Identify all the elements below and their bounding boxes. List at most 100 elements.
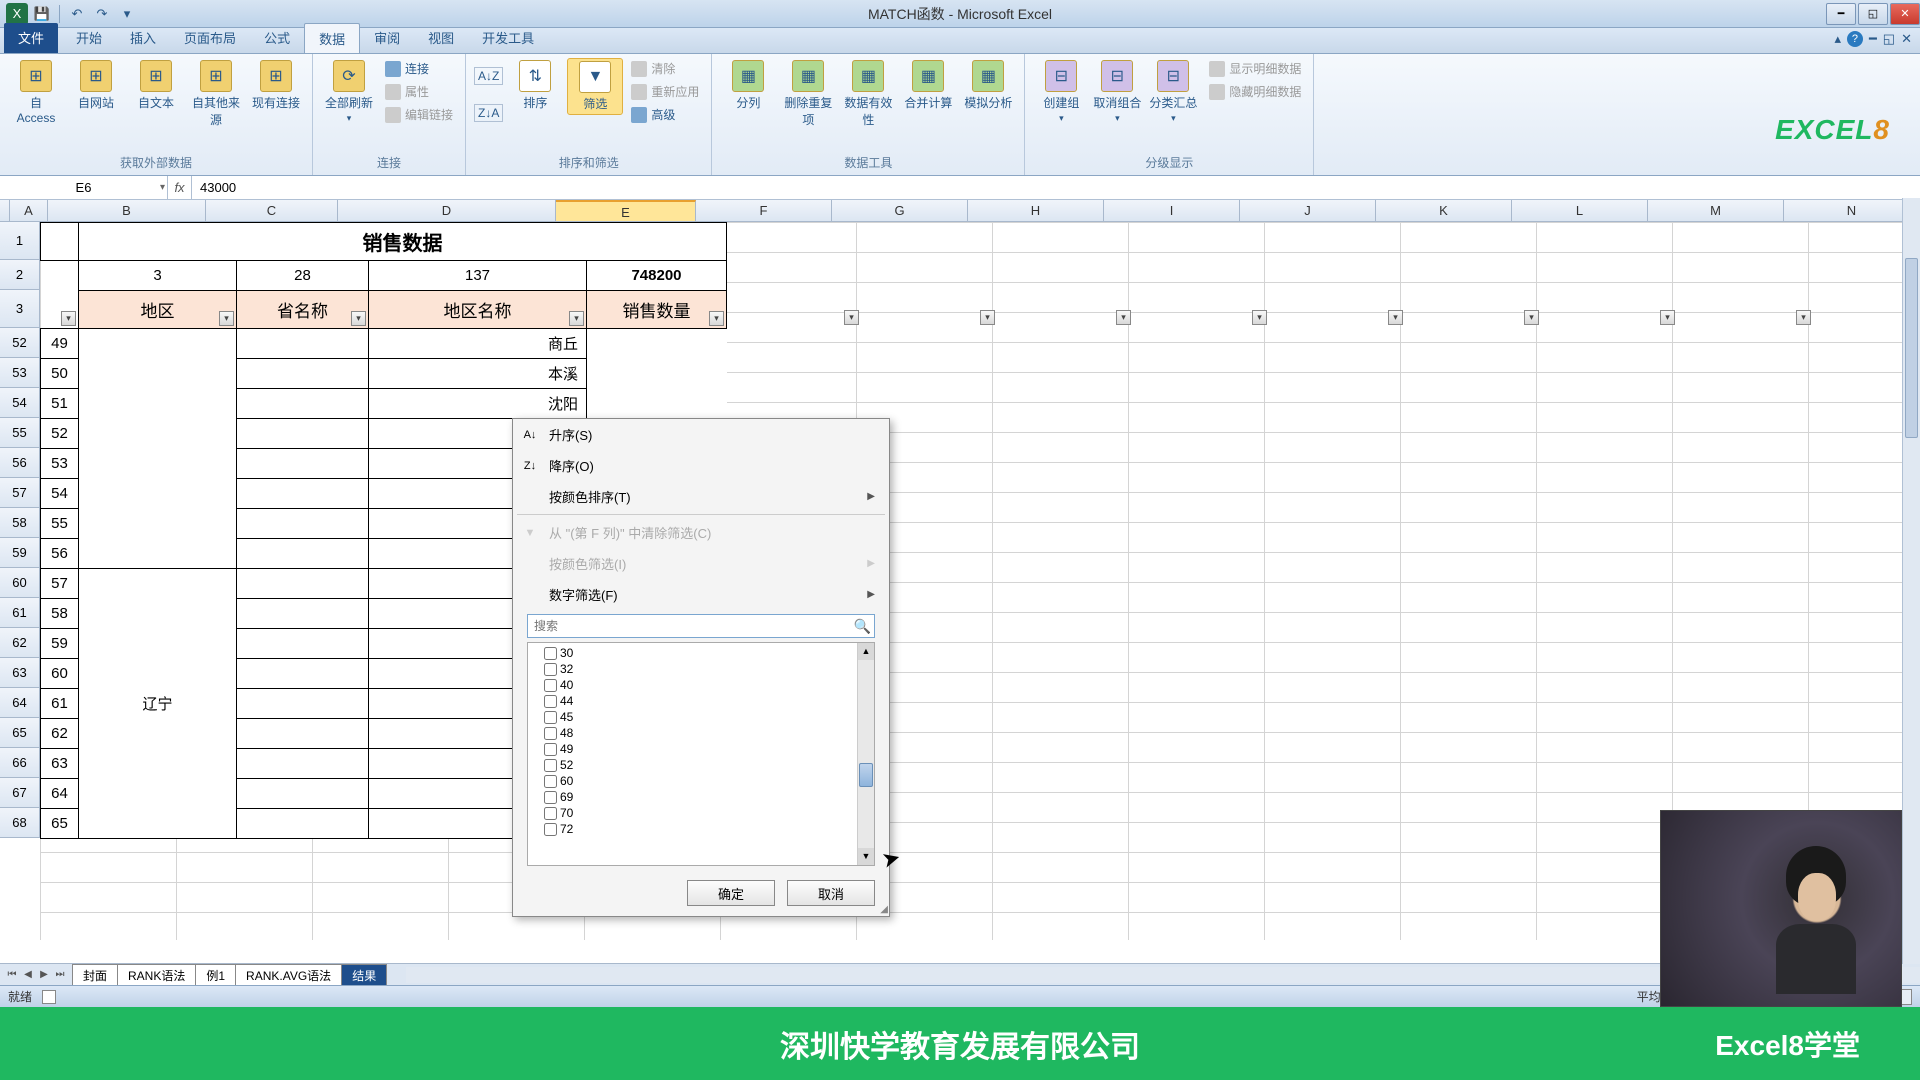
- scroll-up-icon[interactable]: ▲: [858, 643, 874, 660]
- cell[interactable]: 62: [41, 719, 79, 749]
- tool-删除重复项[interactable]: ▦删除重复项: [780, 58, 836, 130]
- col-header-M[interactable]: M: [1648, 200, 1784, 221]
- checkbox[interactable]: [544, 743, 557, 756]
- filter-dropdown[interactable]: ▾: [1252, 310, 1267, 325]
- cell[interactable]: 54: [41, 479, 79, 509]
- help-icon[interactable]: ?: [1847, 31, 1863, 47]
- row-header-64[interactable]: 64: [0, 688, 40, 718]
- cell[interactable]: 3: [79, 261, 237, 291]
- doc-minimize-icon[interactable]: ━: [1869, 31, 1877, 47]
- checkbox[interactable]: [544, 807, 557, 820]
- tab-开始[interactable]: 开始: [62, 23, 116, 53]
- cell-province[interactable]: 辽宁: [79, 569, 237, 839]
- tab-开发工具[interactable]: 开发工具: [468, 23, 548, 53]
- checkbox[interactable]: [544, 759, 557, 772]
- resize-handle[interactable]: ◢: [880, 904, 888, 915]
- sheet-tab-例1[interactable]: 例1: [195, 964, 236, 986]
- filter-button[interactable]: ▼筛选: [567, 58, 623, 115]
- cell[interactable]: [237, 539, 369, 569]
- select-all-corner[interactable]: [0, 200, 10, 221]
- cell[interactable]: 63: [41, 749, 79, 779]
- sort-desc-icon[interactable]: Z↓A: [474, 104, 503, 122]
- ext-自 Access[interactable]: ⊞自 Access: [8, 58, 64, 127]
- filter-item-72[interactable]: 72: [534, 821, 851, 837]
- cell[interactable]: [237, 479, 369, 509]
- formula-input[interactable]: 43000: [192, 176, 1920, 199]
- col-header-N[interactable]: N: [1784, 200, 1920, 221]
- fx-icon[interactable]: fx: [168, 176, 192, 199]
- cell[interactable]: [237, 719, 369, 749]
- row-header-67[interactable]: 67: [0, 778, 40, 808]
- connections-button[interactable]: 连接: [381, 58, 457, 79]
- checkbox[interactable]: [544, 647, 557, 660]
- row-header-56[interactable]: 56: [0, 448, 40, 478]
- refresh-all-button[interactable]: ⟳全部刷新▾: [321, 58, 377, 126]
- checkbox[interactable]: [544, 679, 557, 692]
- filter-dropdown[interactable]: ▾: [219, 311, 234, 326]
- sort-by-color-item[interactable]: 按颜色排序(T)▶: [513, 481, 889, 512]
- cell[interactable]: [237, 569, 369, 599]
- sort-asc-icon[interactable]: A↓Z: [474, 67, 503, 85]
- cell[interactable]: 59: [41, 629, 79, 659]
- col-header-E[interactable]: E: [556, 200, 696, 221]
- filter-dropdown[interactable]: ▾: [1660, 310, 1675, 325]
- row-header-62[interactable]: 62: [0, 628, 40, 658]
- sheet-nav[interactable]: ⏮◀▶⏭: [4, 969, 68, 980]
- sheet-tab-RANK语法[interactable]: RANK语法: [117, 964, 196, 986]
- filter-dropdown[interactable]: ▾: [844, 310, 859, 325]
- sheet-tab-结果[interactable]: 结果: [341, 964, 387, 986]
- col-header-F[interactable]: F: [696, 200, 832, 221]
- ok-button[interactable]: 确定: [687, 880, 775, 906]
- row-header-2[interactable]: 2: [0, 260, 40, 290]
- cell[interactable]: 51: [41, 389, 79, 419]
- restore-button[interactable]: ◱: [1858, 3, 1888, 25]
- cell[interactable]: 58: [41, 599, 79, 629]
- row-header-54[interactable]: 54: [0, 388, 40, 418]
- ext-自文本[interactable]: ⊞自文本: [128, 58, 184, 113]
- cell[interactable]: [237, 329, 369, 359]
- row-header-57[interactable]: 57: [0, 478, 40, 508]
- cell[interactable]: [237, 779, 369, 809]
- tab-插入[interactable]: 插入: [116, 23, 170, 53]
- filter-item-32[interactable]: 32: [534, 661, 851, 677]
- filter-item-52[interactable]: 52: [534, 757, 851, 773]
- cell[interactable]: [237, 659, 369, 689]
- cell[interactable]: 52: [41, 419, 79, 449]
- search-icon[interactable]: 🔍: [854, 618, 871, 635]
- col-header-J[interactable]: J: [1240, 200, 1376, 221]
- row-header-65[interactable]: 65: [0, 718, 40, 748]
- tab-数据[interactable]: 数据: [304, 23, 360, 53]
- cell[interactable]: [237, 809, 369, 839]
- col-header-H[interactable]: H: [968, 200, 1104, 221]
- cell[interactable]: [237, 689, 369, 719]
- cell[interactable]: 28: [237, 261, 369, 291]
- sheet-tab-封面[interactable]: 封面: [72, 964, 118, 986]
- scroll-thumb[interactable]: [859, 763, 873, 787]
- row-header-53[interactable]: 53: [0, 358, 40, 388]
- checkbox[interactable]: [544, 695, 557, 708]
- checkbox[interactable]: [544, 727, 557, 740]
- filter-dropdown[interactable]: ▾: [980, 310, 995, 325]
- col-header-G[interactable]: G: [832, 200, 968, 221]
- cell[interactable]: [79, 329, 237, 569]
- cell[interactable]: 49: [41, 329, 79, 359]
- scroll-down-icon[interactable]: ▼: [858, 848, 874, 865]
- filter-item-40[interactable]: 40: [534, 677, 851, 693]
- filter-dropdown[interactable]: ▾: [1116, 310, 1131, 325]
- sheet-tab-RANK.AVG语法[interactable]: RANK.AVG语法: [235, 964, 342, 986]
- row-header-55[interactable]: 55: [0, 418, 40, 448]
- cell[interactable]: 50: [41, 359, 79, 389]
- outline-取消组合[interactable]: ⊟取消组合▾: [1089, 58, 1145, 126]
- filter-dropdown[interactable]: ▾: [351, 311, 366, 326]
- row-header-59[interactable]: 59: [0, 538, 40, 568]
- tab-页面布局[interactable]: 页面布局: [170, 23, 250, 53]
- row-header-3[interactable]: 3: [0, 290, 40, 328]
- vertical-scrollbar[interactable]: [1902, 198, 1920, 964]
- filter-item-48[interactable]: 48: [534, 725, 851, 741]
- filter-item-60[interactable]: 60: [534, 773, 851, 789]
- cell-city[interactable]: 沈阳: [369, 389, 587, 419]
- cell-city[interactable]: 本溪: [369, 359, 587, 389]
- macro-record-icon[interactable]: [42, 990, 56, 1004]
- ext-现有连接[interactable]: ⊞现有连接: [248, 58, 304, 113]
- filter-dropdown[interactable]: ▾: [61, 311, 76, 326]
